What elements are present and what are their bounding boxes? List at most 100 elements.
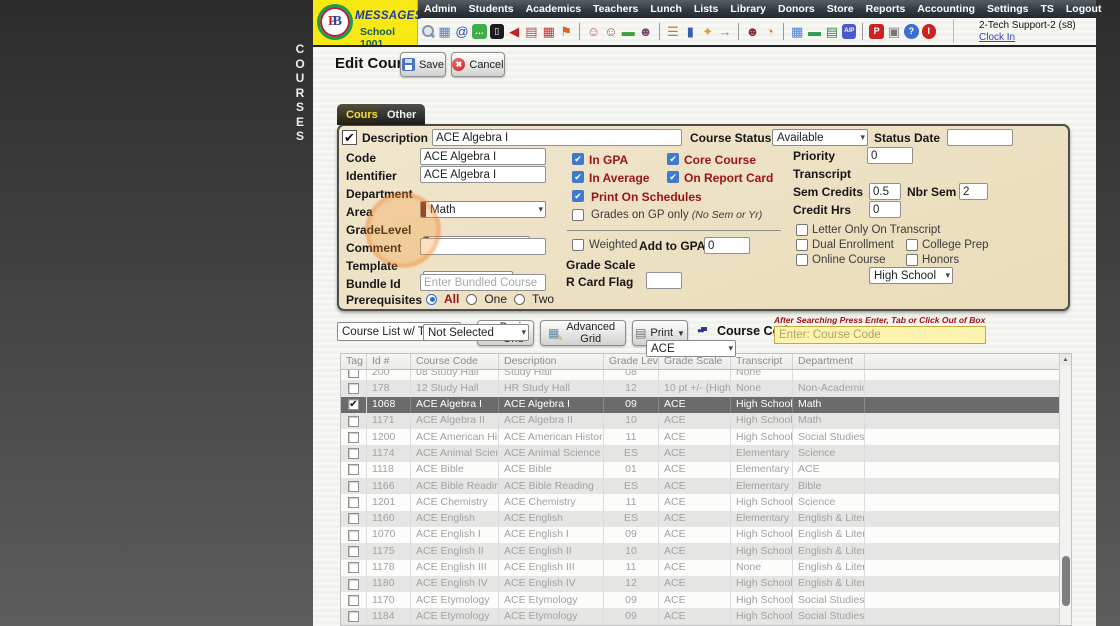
honors-checkbox[interactable] bbox=[906, 254, 918, 266]
comment-input[interactable] bbox=[420, 238, 546, 255]
pdf-icon[interactable]: P bbox=[869, 24, 884, 39]
printer-icon[interactable]: ▣ bbox=[887, 24, 901, 39]
table-row-1175[interactable]: 1175 ACE English II ACE English II 10 ACE Hig… bbox=[341, 543, 1061, 560]
table-row-1184[interactable]: 1184 ACE Etymology ACE Etymology 09 ACE High … bbox=[341, 608, 1061, 625]
table-row-1178[interactable]: 1178 ACE English III ACE English III 11 ACE N… bbox=[341, 559, 1061, 576]
table-scrollbar[interactable]: ▲ bbox=[1059, 354, 1071, 625]
student-icon[interactable]: ☺ bbox=[604, 24, 618, 39]
table-row-1070[interactable]: 1070 ACE English I ACE English I 09 ACE High … bbox=[341, 526, 1061, 544]
row-tag-checkbox[interactable] bbox=[348, 578, 359, 590]
weighted-checkbox[interactable] bbox=[572, 239, 584, 251]
credit-card-icon[interactable]: ▬ bbox=[807, 24, 821, 39]
grade-scale-select[interactable]: ACE bbox=[646, 340, 736, 357]
table-row-1160[interactable]: 1160 ACE English ACE English ES ACE Elementar… bbox=[341, 510, 1061, 527]
table-row-1180[interactable]: 1180 ACE English IV ACE English IV 12 ACE Hig… bbox=[341, 575, 1061, 593]
column-header-course-code[interactable]: Course Code bbox=[411, 354, 499, 369]
grades-gp-only-checkbox[interactable] bbox=[572, 209, 584, 221]
row-tag-checkbox[interactable] bbox=[348, 382, 359, 394]
template-select[interactable]: Not Selected bbox=[423, 324, 529, 341]
table-row-178[interactable]: 178 12 Study Hall HR Study Hall 12 10 pt +/-… bbox=[341, 380, 1061, 397]
sem-credits-input[interactable] bbox=[869, 183, 901, 200]
on-report-card-checkbox[interactable] bbox=[667, 171, 679, 183]
power-icon[interactable]: I bbox=[921, 24, 936, 39]
print-on-schedules-checkbox[interactable] bbox=[572, 190, 584, 202]
college-prep-checkbox[interactable] bbox=[906, 239, 918, 251]
table-row-200[interactable]: 200 08 Study Hall Study Hall 08 None bbox=[341, 370, 1061, 381]
nav-item-logout[interactable]: Logout bbox=[1060, 0, 1108, 18]
code-input[interactable] bbox=[420, 148, 546, 165]
table-row-1118[interactable]: 1118 ACE Bible ACE Bible 01 ACE Elementary ACE bbox=[341, 461, 1061, 479]
row-tag-checkbox[interactable] bbox=[348, 431, 359, 443]
column-header-id[interactable]: Id # bbox=[367, 354, 411, 369]
lunch-icon[interactable]: ☰ bbox=[666, 24, 680, 39]
clock-icon[interactable]: ◔ bbox=[763, 24, 777, 39]
core-course-checkbox[interactable] bbox=[667, 153, 679, 165]
prereq-radio-all[interactable] bbox=[426, 293, 437, 305]
brand-logo[interactable]: P B MESSAGES School 1001 bbox=[313, 0, 422, 50]
identifier-input[interactable] bbox=[420, 166, 546, 183]
save-button[interactable]: Save bbox=[400, 52, 446, 77]
table-row-1170[interactable]: 1170 ACE Etymology ACE Etymology 09 ACE High … bbox=[341, 592, 1061, 609]
row-tag-checkbox[interactable] bbox=[348, 497, 359, 509]
course-status-select[interactable]: Available bbox=[772, 129, 868, 146]
row-tag-checkbox[interactable] bbox=[348, 464, 359, 476]
prereq-radio-two[interactable] bbox=[514, 293, 526, 305]
grid-table-icon[interactable]: ▦ bbox=[790, 24, 804, 39]
row-tag-checkbox[interactable] bbox=[348, 545, 359, 557]
table-row-1174[interactable]: 1174ACE Animal ScienceACE Animal Science… bbox=[341, 445, 1061, 462]
nav-item-lists[interactable]: Lists bbox=[688, 0, 725, 18]
table-row-1200[interactable]: 1200ACE American Hist...ACE American His… bbox=[341, 429, 1061, 446]
search-icon[interactable] bbox=[420, 24, 435, 39]
clock-in-link[interactable]: Clock In bbox=[979, 32, 1091, 44]
nav-item-lunch[interactable]: Lunch bbox=[644, 0, 688, 18]
priority-input[interactable] bbox=[867, 147, 913, 164]
send-arrow-icon[interactable]: → bbox=[718, 24, 732, 39]
row-tag-checkbox[interactable] bbox=[348, 594, 359, 606]
row-tag-checkbox[interactable] bbox=[348, 611, 359, 623]
accounts-payable-icon[interactable]: A/P bbox=[842, 24, 857, 39]
in-gpa-checkbox[interactable] bbox=[572, 153, 584, 165]
dual-enrollment-checkbox[interactable] bbox=[796, 239, 808, 251]
scroll-thumb[interactable] bbox=[1061, 556, 1070, 606]
online-course-checkbox[interactable] bbox=[796, 254, 808, 266]
staff-icon[interactable]: ☻ bbox=[745, 24, 760, 39]
letter-only-checkbox[interactable] bbox=[796, 224, 808, 236]
nav-item-reports[interactable]: Reports bbox=[860, 0, 912, 18]
speaker-icon[interactable]: ◀ bbox=[507, 24, 521, 39]
table-row-1166[interactable]: 1166 ACE Bible Reading ACE Bible Reading ES… bbox=[341, 478, 1061, 495]
r-card-flag-input[interactable] bbox=[646, 272, 682, 289]
student-group-icon[interactable]: ☻ bbox=[638, 24, 653, 39]
library-book-icon[interactable]: ▮ bbox=[683, 24, 697, 39]
row-tag-checkbox[interactable] bbox=[348, 415, 359, 427]
mobile-phone-icon[interactable]: ▯ bbox=[489, 24, 504, 39]
chat-icon[interactable]: … bbox=[472, 24, 487, 39]
column-header-department[interactable]: Department bbox=[793, 354, 865, 369]
nav-item-donors[interactable]: Donors bbox=[772, 0, 821, 18]
nav-item-academics[interactable]: Academics bbox=[520, 0, 587, 18]
description-checkbox[interactable] bbox=[342, 130, 357, 145]
department-select[interactable]: Math bbox=[420, 201, 546, 218]
transcript-select[interactable]: High School bbox=[869, 267, 953, 284]
advanced-grid-button[interactable]: ▦ ✎ Advanced Grid bbox=[540, 320, 626, 346]
row-tag-checkbox[interactable] bbox=[348, 513, 359, 525]
check-printer-icon[interactable]: ▤ bbox=[825, 24, 839, 39]
in-average-checkbox[interactable] bbox=[572, 171, 584, 183]
megaphone-icon[interactable]: ⚑ bbox=[559, 24, 573, 39]
nav-item-students[interactable]: Students bbox=[463, 0, 520, 18]
row-tag-checkbox[interactable] bbox=[348, 480, 359, 492]
calendar-icon[interactable]: ▦ bbox=[437, 24, 451, 39]
status-date-input[interactable] bbox=[947, 129, 1013, 146]
report-calendar-icon[interactable]: ▤ bbox=[524, 24, 538, 39]
table-row-1068[interactable]: 1068ACE Algebra IACE Algebra I09ACEHigh … bbox=[341, 396, 1061, 413]
nav-item-accounting[interactable]: Accounting bbox=[911, 0, 981, 18]
money-note-icon[interactable]: ▬ bbox=[621, 24, 635, 39]
row-tag-checkbox[interactable] bbox=[348, 529, 359, 541]
table-row-1171[interactable]: 1171 ACE Algebra II ACE Algebra II 10 ACE Hig… bbox=[341, 412, 1061, 430]
calendar-date-icon[interactable]: ▦ bbox=[542, 24, 556, 39]
tab-other[interactable]: Other bbox=[378, 104, 426, 125]
row-tag-checkbox[interactable] bbox=[348, 370, 359, 378]
row-tag-checkbox[interactable] bbox=[348, 448, 359, 460]
email-at-icon[interactable]: @ bbox=[455, 24, 469, 39]
nbr-sem-input[interactable] bbox=[959, 183, 988, 200]
cancel-button[interactable]: ✖ Cancel bbox=[451, 52, 505, 77]
